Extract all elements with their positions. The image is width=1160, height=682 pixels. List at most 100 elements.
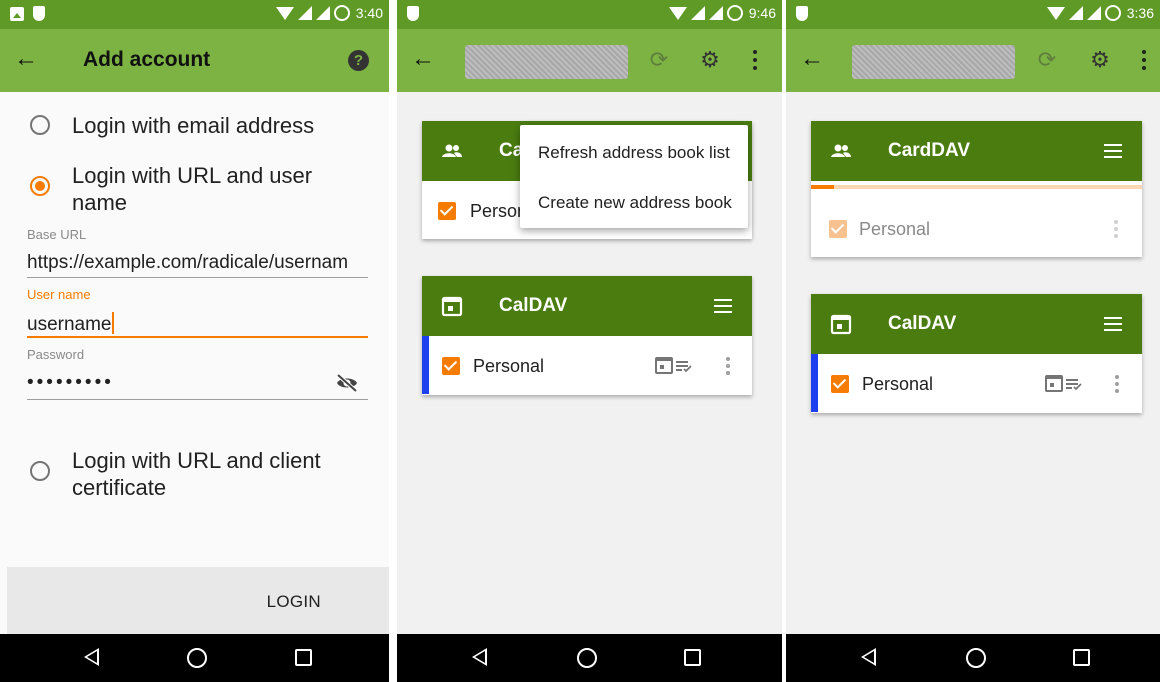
status-bar: 9:46 (397, 0, 782, 29)
wifi-icon (275, 6, 294, 20)
overflow-menu-icon[interactable] (1141, 50, 1147, 70)
sync-checkbox[interactable] (831, 375, 849, 393)
caldav-card: CalDAV Personal (811, 294, 1142, 413)
caldav-header: CalDAV (811, 294, 1142, 354)
nav-recents-icon[interactable] (295, 649, 312, 666)
caldav-title: CalDAV (888, 313, 957, 334)
add-account-screen: 3:40 ← Add account ? Login with email ad… (0, 0, 389, 682)
contacts-icon (442, 144, 462, 157)
menu-item-create-address-book[interactable]: Create new address book (538, 193, 732, 213)
visibility-off-icon[interactable] (335, 373, 359, 393)
status-bar: 3:36 (786, 0, 1160, 29)
battery-icon (1104, 5, 1121, 21)
calendar-icon (441, 296, 463, 317)
address-book-name: Person (470, 201, 528, 221)
status-time: 3:40 (355, 5, 383, 21)
carddav-title: CardDAV (888, 140, 970, 161)
login-option-label: Login with URL and client certificate (72, 448, 321, 500)
status-time: 3:36 (1126, 5, 1154, 21)
wifi-icon (1046, 6, 1065, 20)
caldav-header: CalDAV (422, 276, 752, 336)
sync-checkbox[interactable] (438, 202, 456, 220)
calendar-icon (830, 314, 852, 335)
navigation-bar (786, 634, 1160, 682)
login-option-label: Login with email address (72, 113, 315, 138)
login-option-email[interactable]: Login with email address (30, 112, 314, 139)
redacted-account-name (465, 45, 628, 79)
address-book-name: Personal (859, 219, 931, 239)
username-label: User name (27, 287, 91, 302)
row-overflow-icon[interactable] (726, 357, 730, 375)
overflow-menu-icon[interactable] (752, 50, 758, 70)
calendar-row[interactable]: Personal (422, 336, 752, 394)
sync-checkbox[interactable] (442, 357, 460, 375)
nav-home-icon[interactable] (577, 648, 597, 668)
battery-icon (333, 5, 350, 21)
task-list-icon (655, 357, 692, 374)
base-url-underline (27, 277, 368, 278)
settings-gear-icon[interactable]: ⚙ (1088, 48, 1112, 72)
login-option-url-username[interactable]: Login with URL and user name (30, 162, 342, 216)
signal-icon (690, 6, 705, 20)
sync-icon[interactable]: ⟳ (1035, 48, 1059, 72)
signal-icon (1068, 6, 1083, 20)
nav-back-icon[interactable] (472, 648, 487, 666)
app-bar: ← Add account ? (0, 29, 389, 92)
radio-button[interactable] (30, 461, 50, 481)
calendar-name: Personal (473, 356, 545, 376)
menu-icon[interactable] (1104, 317, 1122, 331)
password-underline (27, 399, 368, 400)
nav-recents-icon[interactable] (1073, 649, 1090, 666)
menu-icon[interactable] (1104, 144, 1122, 158)
account-screen-menu-open: 9:46 ← ⟳ ⚙ Ca Person CalDAV Personal (397, 0, 782, 682)
nav-back-icon[interactable] (861, 648, 876, 666)
radio-button-selected[interactable] (30, 176, 50, 196)
row-overflow-icon[interactable] (1115, 375, 1119, 393)
password-label: Password (27, 347, 85, 362)
base-url-label: Base URL (27, 227, 87, 242)
radio-button[interactable] (30, 115, 50, 135)
help-icon[interactable]: ? (348, 50, 369, 71)
menu-icon[interactable] (714, 299, 732, 313)
nav-home-icon[interactable] (187, 648, 207, 668)
login-option-client-cert[interactable]: Login with URL and client certificate (30, 447, 352, 501)
caldav-card: CalDAV Personal (422, 276, 752, 395)
bottom-action-bar: LOGIN (7, 567, 389, 634)
nav-home-icon[interactable] (966, 648, 986, 668)
signal-icon (1086, 6, 1101, 20)
sync-progress-fill (811, 185, 835, 189)
calendar-row[interactable]: Personal (811, 354, 1142, 412)
image-notification-icon (10, 6, 24, 21)
sync-progress-bar (811, 185, 1142, 189)
overflow-popup-menu: Refresh address book list Create new add… (520, 125, 748, 228)
password-field[interactable]: ••••••••• (27, 372, 327, 394)
username-value: username (27, 314, 112, 335)
battery-icon (726, 5, 743, 21)
sync-icon[interactable]: ⟳ (647, 48, 671, 72)
task-list-icon (1045, 375, 1082, 392)
calendar-name: Personal (862, 374, 934, 394)
nav-back-icon[interactable] (84, 648, 99, 666)
settings-gear-icon[interactable]: ⚙ (698, 48, 722, 72)
username-field[interactable]: username (27, 312, 368, 336)
sync-checkbox[interactable] (829, 220, 847, 238)
signal-icon (297, 6, 312, 20)
navigation-bar (0, 634, 389, 682)
caldav-title: CalDAV (499, 295, 568, 316)
menu-item-refresh-address-books[interactable]: Refresh address book list (538, 143, 730, 163)
app-bar: ← ⟳ ⚙ (786, 29, 1160, 92)
login-button[interactable]: LOGIN (267, 592, 321, 612)
back-arrow-icon[interactable]: ← (800, 47, 824, 71)
address-book-row[interactable]: Personal (811, 199, 1142, 257)
redacted-account-name (852, 45, 1015, 79)
base-url-field[interactable]: https://example.com/radicale/usernam (27, 252, 368, 274)
back-arrow-icon[interactable]: ← (411, 47, 435, 71)
carddav-card: CardDAV Personal (811, 121, 1142, 257)
wifi-icon (668, 6, 687, 20)
account-screen-syncing: 3:36 ← ⟳ ⚙ CardDAV Personal CalDAV Perso… (786, 0, 1160, 682)
calendar-color-bar (811, 354, 818, 412)
back-arrow-icon[interactable]: ← (14, 47, 38, 71)
status-bar: 3:40 (0, 0, 389, 29)
row-overflow-icon[interactable] (1114, 220, 1118, 238)
nav-recents-icon[interactable] (684, 649, 701, 666)
